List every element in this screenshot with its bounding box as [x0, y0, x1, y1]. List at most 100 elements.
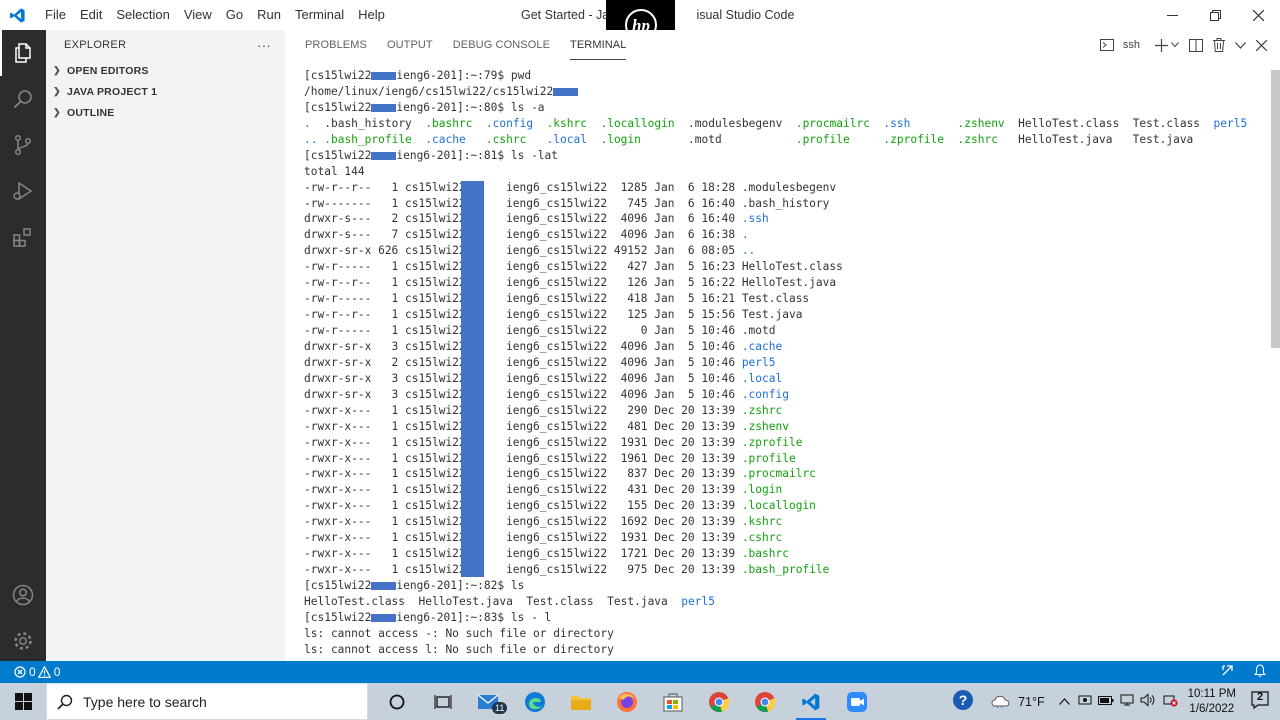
volume-icon[interactable] [1140, 693, 1156, 710]
vscode-taskbar-icon[interactable] [788, 683, 834, 720]
menu-help[interactable]: Help [351, 0, 392, 30]
close-icon[interactable] [1237, 0, 1280, 30]
terminal-line: ls: cannot access l: No such file or dir… [304, 642, 1264, 658]
more-actions-icon[interactable]: ··· [257, 38, 271, 53]
search-icon [57, 694, 73, 710]
mail-icon[interactable]: 11 [466, 683, 512, 720]
terminal-text: [cs15lwi22 [304, 610, 372, 624]
run-debug-icon[interactable] [0, 168, 46, 214]
menu-file[interactable]: File [38, 0, 73, 30]
terminal-text: .cshrc [485, 132, 527, 146]
battery-icon[interactable] [1097, 694, 1114, 709]
notifications-icon[interactable]: 2 [1250, 690, 1270, 713]
terminal-text: -rw-r--r-- 1 cs15lwi22 ieng6_cs15lwi22 1… [304, 276, 742, 290]
minimize-icon[interactable] [1151, 0, 1194, 30]
terminal-text: perl5 [1213, 116, 1248, 130]
firefox-icon[interactable] [604, 683, 650, 720]
terminal-text: [cs15lwi22 [304, 148, 372, 162]
terminal-text: drwxr-sr-x 3 cs15lwi22 ieng6_cs15lwi22 4… [304, 387, 742, 401]
account-icon[interactable] [0, 572, 46, 618]
terminal-text: .bashrc [741, 547, 789, 561]
terminal-text: . [304, 116, 311, 130]
task-view-icon[interactable] [420, 683, 466, 720]
tab-terminal[interactable]: TERMINAL [570, 30, 627, 60]
terminal-text: Test.java [1132, 132, 1194, 146]
terminal-line: [cs15lwi22 ieng6-201]:~:80$ ls -a [304, 100, 1264, 116]
redaction-mark [371, 613, 397, 622]
taskbar-search-box[interactable]: Type here to search [46, 683, 368, 720]
bell-icon[interactable] [1253, 664, 1267, 680]
restore-icon[interactable] [1194, 0, 1237, 30]
status-bar: 0 0 [0, 661, 1280, 683]
terminal-scrollbar[interactable] [1271, 70, 1280, 348]
terminal-text: HelloTest.java [741, 276, 837, 290]
terminal-text: .config [485, 116, 534, 130]
taskbar-clock[interactable]: 10:11 PM 1/6/2022 [1188, 687, 1236, 717]
vscode-window: { "titlebar": { "menu": ["File", "Edit",… [0, 0, 1280, 720]
windows-start-icon[interactable] [0, 683, 46, 720]
security-icon[interactable] [1162, 693, 1178, 710]
section-java-project[interactable]: ❯ JAVA PROJECT 1 [46, 81, 285, 102]
terminal-text: -rwxr-x--- 1 cs15lwi22 ieng6_cs15lwi22 4… [304, 419, 742, 433]
weather-icon[interactable] [990, 692, 1012, 711]
terminal-text: -rw-r--r-- 1 cs15lwi22 ieng6_cs15lwi22 1… [304, 180, 742, 194]
terminal-text: drwxr-sr-x 626 cs15lwi22 ieng6_cs15lwi22… [304, 244, 742, 258]
terminal-text: -rwxr-x--- 1 cs15lwi22 ieng6_cs15lwi22 8… [304, 467, 742, 481]
zoom-icon[interactable] [834, 683, 880, 720]
chevron-down-icon[interactable] [1230, 41, 1251, 49]
menu-terminal[interactable]: Terminal [288, 0, 351, 30]
search-icon[interactable] [0, 76, 46, 122]
close-panel-icon[interactable] [1251, 39, 1272, 51]
file-explorer-icon[interactable] [558, 683, 604, 720]
terminal-text: -rw------- 1 cs15lwi22 ieng6_cs15lwi22 7… [304, 196, 742, 210]
terminal-line: drwxr-s--- 7 cs15lwi22 ieng6_cs15lwi22 4… [304, 227, 1264, 243]
meet-now-icon[interactable] [1078, 693, 1092, 710]
feedback-icon[interactable] [1221, 664, 1234, 680]
source-control-icon[interactable] [0, 122, 46, 168]
terminal-text: .procmailrc [795, 116, 870, 130]
section-outline[interactable]: ❯ OUTLINE [46, 102, 285, 123]
terminal-line: -rw-r----- 1 cs15lwi22 ieng6_cs15lwi22 4… [304, 259, 1264, 275]
settings-gear-icon[interactable] [0, 618, 46, 664]
network-icon[interactable] [1120, 694, 1134, 709]
explorer-title: EXPLORER [64, 39, 127, 51]
store-icon[interactable] [650, 683, 696, 720]
menu-run[interactable]: Run [250, 0, 288, 30]
terminal-line: -rwxr-x--- 1 cs15lwi22 ieng6_cs15lwi22 1… [304, 498, 1264, 514]
edge-browser-icon[interactable] [512, 683, 558, 720]
terminal-text: .bash_profile [741, 563, 830, 577]
new-terminal-icon[interactable] [1150, 38, 1184, 52]
terminal-line: -rwxr-x--- 1 cs15lwi22 ieng6_cs15lwi22 2… [304, 403, 1264, 419]
tab-debug-console[interactable]: DEBUG CONSOLE [453, 30, 550, 60]
windows-taskbar: Type here to search 11 ? 71°F 10:11 PM 1… [0, 683, 1280, 720]
terminal-line: drwxr-s--- 2 cs15lwi22 ieng6_cs15lwi22 4… [304, 211, 1264, 227]
explorer-icon[interactable] [0, 30, 46, 76]
split-terminal-icon[interactable] [1184, 38, 1208, 52]
section-open-editors[interactable]: ❯ OPEN EDITORS [46, 60, 285, 81]
terminal-selector[interactable]: ssh [1095, 39, 1150, 51]
terminal-text: [cs15lwi22 [304, 579, 372, 592]
terminal-text: -rwxr-x--- 1 cs15lwi22 ieng6_cs15lwi22 1… [304, 451, 742, 465]
terminal-output[interactable]: [cs15lwi22 ieng6-201]:~:79$ pwd/home/linu… [304, 68, 1264, 658]
chevron-up-icon[interactable] [1058, 696, 1070, 708]
terminal-line: -rwxr-x--- 1 cs15lwi22 ieng6_cs15lwi22 1… [304, 514, 1264, 530]
cortana-icon[interactable] [374, 683, 420, 720]
chrome-icon-2[interactable] [742, 683, 788, 720]
menu-selection[interactable]: Selection [109, 0, 176, 30]
help-icon[interactable]: ? [952, 689, 974, 714]
menu-view[interactable]: View [177, 0, 219, 30]
menu-edit[interactable]: Edit [73, 0, 109, 30]
problems-status[interactable]: 0 0 [14, 665, 60, 679]
trash-icon[interactable] [1208, 38, 1230, 52]
extensions-icon[interactable] [0, 214, 46, 260]
chrome-icon[interactable] [696, 683, 742, 720]
system-tray: ? 71°F 10:11 PM 1/6/2022 2 [952, 683, 1280, 720]
menu-go[interactable]: Go [219, 0, 250, 30]
tab-output[interactable]: OUTPUT [387, 30, 433, 60]
tab-problems[interactable]: PROBLEMS [305, 30, 367, 60]
